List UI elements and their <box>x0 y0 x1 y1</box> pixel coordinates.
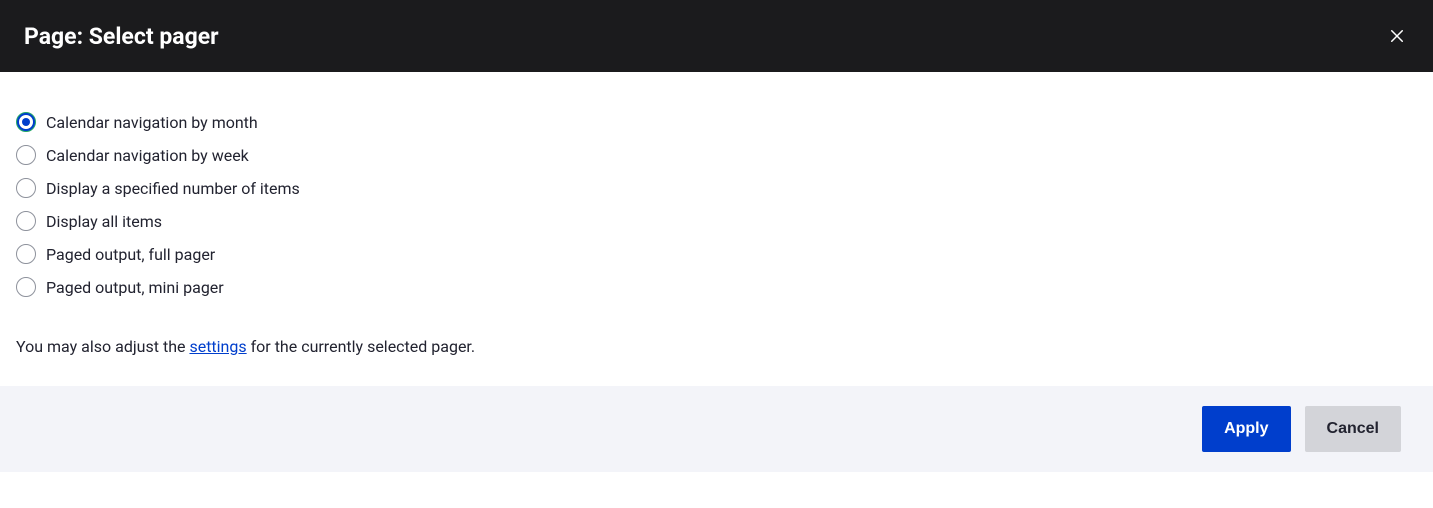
radio-label: Calendar navigation by week <box>46 146 249 165</box>
radio-icon <box>16 211 36 231</box>
hint-prefix: You may also adjust the <box>16 337 189 356</box>
settings-link[interactable]: settings <box>189 337 246 356</box>
radio-label: Display all items <box>46 212 162 231</box>
cancel-button[interactable]: Cancel <box>1305 406 1401 452</box>
dialog-header: Page: Select pager <box>0 0 1433 72</box>
radio-option-specified-items[interactable]: Display a specified number of items <box>16 178 1417 198</box>
radio-option-calendar-week[interactable]: Calendar navigation by week <box>16 145 1417 165</box>
radio-label: Display a specified number of items <box>46 179 300 198</box>
radio-option-mini-pager[interactable]: Paged output, mini pager <box>16 277 1417 297</box>
radio-option-full-pager[interactable]: Paged output, full pager <box>16 244 1417 264</box>
dialog-title: Page: Select pager <box>24 23 219 50</box>
radio-option-all-items[interactable]: Display all items <box>16 211 1417 231</box>
radio-icon <box>16 145 36 165</box>
radio-option-calendar-month[interactable]: Calendar navigation by month <box>16 112 1417 132</box>
close-button[interactable] <box>1385 24 1409 48</box>
radio-icon <box>16 244 36 264</box>
radio-label: Paged output, mini pager <box>46 278 224 297</box>
dialog-footer: Apply Cancel <box>0 386 1433 472</box>
radio-icon <box>16 112 36 132</box>
radio-label: Paged output, full pager <box>46 245 215 264</box>
apply-button[interactable]: Apply <box>1202 406 1290 452</box>
radio-label: Calendar navigation by month <box>46 113 258 132</box>
close-icon <box>1388 27 1406 45</box>
radio-icon <box>16 178 36 198</box>
pager-radio-group: Calendar navigation by month Calendar na… <box>16 112 1417 297</box>
radio-icon <box>16 277 36 297</box>
dialog-content: Calendar navigation by month Calendar na… <box>0 72 1433 386</box>
hint-suffix: for the currently selected pager. <box>247 337 475 356</box>
hint-text: You may also adjust the settings for the… <box>16 337 1417 356</box>
